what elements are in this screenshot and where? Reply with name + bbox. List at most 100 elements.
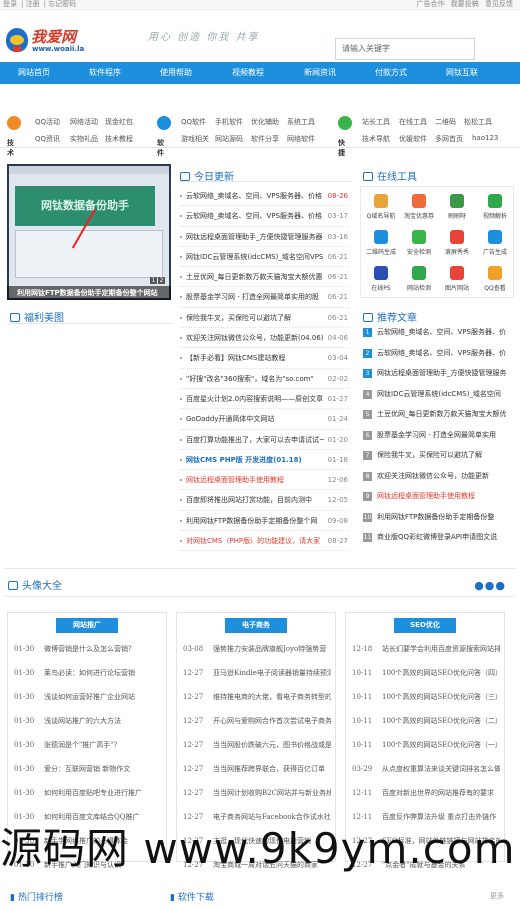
article-title[interactable]: 浅谈网站推广的六大方法 [44,717,121,725]
update-row[interactable]: 云软网络_卖域名、空间、VPS服务器、价格 08-26 [180,186,350,207]
category-link[interactable]: 软件分享 [251,134,279,144]
category-link[interactable]: 松松工具 [464,117,492,127]
article-row[interactable]: 01-30 爱分：互联网营销 新物作文 [14,757,162,781]
article-row[interactable]: 01-30 浅谈如何运营好推广企业网站 [14,685,162,709]
article-row[interactable]: 10-11 100个高效的网站SEO优化问答（四） [352,661,500,685]
column-title[interactable]: 电子商务 [225,618,287,633]
update-title[interactable]: 股票基金学习网 - 打造全网最简单实用的股 [186,287,326,307]
article-row[interactable]: 12-27 维持推电商的大佬，看电子商务转型的 [183,685,331,709]
update-title[interactable]: 网钛CMS PHP版 开发进度(01.18) [186,450,326,470]
recommend-row[interactable]: 7 保险我牛叉，买保险可以避坑了解 [363,445,513,466]
recommend-row[interactable]: 5 土豆优网_每日更新数万款天猫淘宝大额优 [363,404,513,425]
recommend-row[interactable]: 1 云软网络_卖域名、空间、VPS服务器、价 [363,322,513,343]
category-link[interactable]: 多网首页 [435,134,463,144]
featured-slider[interactable]: 网钛数据备份助手 12 利用网钛FTP数据备份助手定期备份整个网站 [7,164,171,300]
update-row[interactable]: 土豆优网_每日更新数万款天猫淘宝大额优惠 06-21 [180,267,350,288]
search-input[interactable]: 请输入关键字 [335,38,475,60]
update-title[interactable]: 欢迎关注网钛微信公众号，功能更新(04.06) [186,328,326,348]
article-row[interactable]: 12-27 当当网计划收购B2C网站并与新业务线 [183,781,331,805]
article-title[interactable]: 100个高效的网站SEO优化问答（二） [382,717,500,725]
update-row[interactable]: 百度即将推出网站打赏功能，目前内测中 12-05 [180,490,350,511]
column-title[interactable]: SEO优化 [394,618,456,633]
recommend-title[interactable]: 土豆优网_每日更新数万款天猫淘宝大额优 [377,410,507,418]
update-title[interactable]: 土豆优网_每日更新数万款天猫淘宝大额优惠 [186,267,326,287]
tool-item[interactable]: 图片网站 [439,262,475,296]
update-row[interactable]: 对网钛CMS（PHP版）的功能建议，请大家 08-27 [180,531,350,552]
update-row[interactable]: 网钛远程桌面管理助手_方便快捷管理服务器 03-16 [180,227,350,247]
article-title[interactable]: 维持推电商的大佬，看电子商务转型的 [213,693,331,701]
category-link[interactable]: 现金红包 [105,117,133,127]
more-link[interactable]: 更多 [490,891,504,901]
update-row[interactable]: 网钛CMS PHP版 开发进度(01.18) 01-18 [180,450,350,471]
nav-video[interactable]: 视频教程 [218,62,278,84]
update-title[interactable]: 云软网络_卖域名、空间、VPS服务器、价格 [186,206,326,226]
article-title[interactable]: 当当网股价跌破六元，图书价格战或是 [213,741,331,749]
article-title[interactable]: 开心网与爱购网合作首次尝试电子商务 [213,717,331,725]
article-row[interactable]: 01-30 张德润是个"推广高手"？ [14,733,162,757]
recommend-row[interactable]: 11 商业版QQ彩虹微博登录API申请图文说 [363,527,513,548]
more-dots-button[interactable]: ●●● [474,579,506,592]
category-link[interactable]: 在线工具 [399,117,427,127]
article-row[interactable]: 12-11 百度对新出世界的网站推荐有的要求 [352,781,500,805]
recommend-row[interactable]: 8 欢迎关注网钛微信公众号，功能更新 [363,466,513,487]
slide-page-button[interactable]: 2 [158,277,165,284]
update-title[interactable]: 百度即将推出网站打赏功能，目前内测中 [186,490,326,510]
forgot-password-link[interactable]: 忘记密码 [48,0,76,8]
article-title[interactable]: 张德润是个"推广高手"？ [44,741,120,749]
recommend-row[interactable]: 9 网钛远程桌面管理助手使用教程 [363,486,513,507]
article-title[interactable]: 当当网计划收购B2C网站并与新业务线 [213,789,331,797]
update-row[interactable]: 【新手必看】网钛CMS建站教程 03-04 [180,348,350,369]
nav-wangtai[interactable]: 网钛互联 [432,62,492,84]
update-title[interactable]: 网钛远程桌面管理助手使用教程 [186,470,326,490]
category-link[interactable]: 实物礼品 [70,134,98,144]
submit-link[interactable]: 我要投稿 [451,0,479,8]
update-row[interactable]: 云软网络_卖域名、空间、VPS服务器、价格 03-17 [180,206,350,227]
article-row[interactable]: 12-27 开心网与爱购网合作首次尝试电子商务 [183,709,331,733]
slide-caption[interactable]: 利用网钛FTP数据备份助手定期备份整个网站 [7,286,171,300]
article-title[interactable]: 当当网推荐跨界联合，获得百亿订单 [213,765,325,773]
article-title[interactable]: 从点度权重算法来谈关键词排名怎么做 [382,765,500,773]
update-title[interactable]: 【新手必看】网钛CMS建站教程 [186,348,326,368]
article-title[interactable]: 莱鸟必读：如何进行论坛营销 [44,669,135,677]
article-title[interactable]: 浅谈如何运营好推广企业网站 [44,693,135,701]
nav-home[interactable]: 网站首页 [4,62,64,84]
tool-item[interactable]: 网站检测 [401,262,437,296]
article-row[interactable]: 12-27 当当网股价跌破六元，图书价格战或是 [183,733,331,757]
tool-item[interactable]: 安全检测 [401,226,437,260]
recommend-title[interactable]: 云软网络_卖域名、空间、VPS服务器、价 [377,349,506,357]
nav-news[interactable]: 新闻资讯 [290,62,350,84]
update-title[interactable]: 百度打算功能推出了，大家可以去申请试试~ [186,430,326,450]
article-row[interactable]: 10-11 100个高效的网站SEO优化问答（一） [352,733,500,757]
update-title[interactable]: 百度星火计划2.0内容搜索说明——原创文章 [186,389,326,409]
nav-software[interactable]: 软件程序 [75,62,135,84]
update-row[interactable]: 网钛IDC云管理系统(idcCMS)_域名空间VPS 06-21 [180,247,350,268]
slide-page-button[interactable]: 1 [150,277,157,284]
article-title[interactable]: 强势推力安装品牌旗舰Joyo特强势营 [213,645,326,653]
feedback-link[interactable]: 意见反馈 [485,0,513,8]
category-link[interactable]: 优化辅助 [251,117,279,127]
article-title[interactable]: 100个高效的网站SEO优化问答（一） [382,741,500,749]
update-row[interactable]: 网钛远程桌面管理助手使用教程 12-06 [180,470,350,491]
category-link[interactable]: 网站源码 [215,134,243,144]
update-title[interactable]: GoDaddy开通简体中文网站 [186,409,326,429]
category-link[interactable]: 系统工具 [287,117,315,127]
recommend-row[interactable]: 3 网钛远程桌面管理助手_方便快捷管理服务 [363,363,513,384]
article-row[interactable]: 03-29 从点度权重算法来谈关键词排名怎么做 [352,757,500,781]
article-title[interactable]: 百度对新出世界的网站推荐有的要求 [382,789,494,797]
category-link[interactable]: 技术导航 [362,134,390,144]
recommend-title[interactable]: 网钛远程桌面管理助手使用教程 [377,492,475,500]
update-title[interactable]: 云软网络_卖域名、空间、VPS服务器、价格 [186,186,326,206]
article-row[interactable]: 03-08 强势推力安装品牌旗舰Joyo特强势营 [183,637,331,661]
tool-item[interactable]: 视频解析 [477,190,513,224]
category-link[interactable]: 手机软件 [215,117,243,127]
recommend-row[interactable]: 4 网钛IDC云管理系统(idcCMS)_域名空间 [363,384,513,405]
update-row[interactable]: 欢迎关注网钛微信公众号，功能更新(04.06) 04-06 [180,328,350,349]
update-row[interactable]: 保险我牛叉，买保险可以避坑了解 06-21 [180,308,350,329]
recommend-title[interactable]: 商业版QQ彩虹微博登录API申请图文说 [377,533,497,541]
update-title[interactable]: 网钛远程桌面管理助手_方便快捷管理服务器 [186,227,326,247]
recommend-title[interactable]: 保险我牛叉，买保险可以避坑了解 [377,451,482,459]
recommend-title[interactable]: 云软网络_卖域名、空间、VPS服务器、价 [377,328,506,336]
register-link[interactable]: 注册 [26,0,40,8]
article-row[interactable]: 10-11 100个高效的网站SEO优化问答（三） [352,685,500,709]
tool-item[interactable]: 滚屏秀秀 [439,226,475,260]
